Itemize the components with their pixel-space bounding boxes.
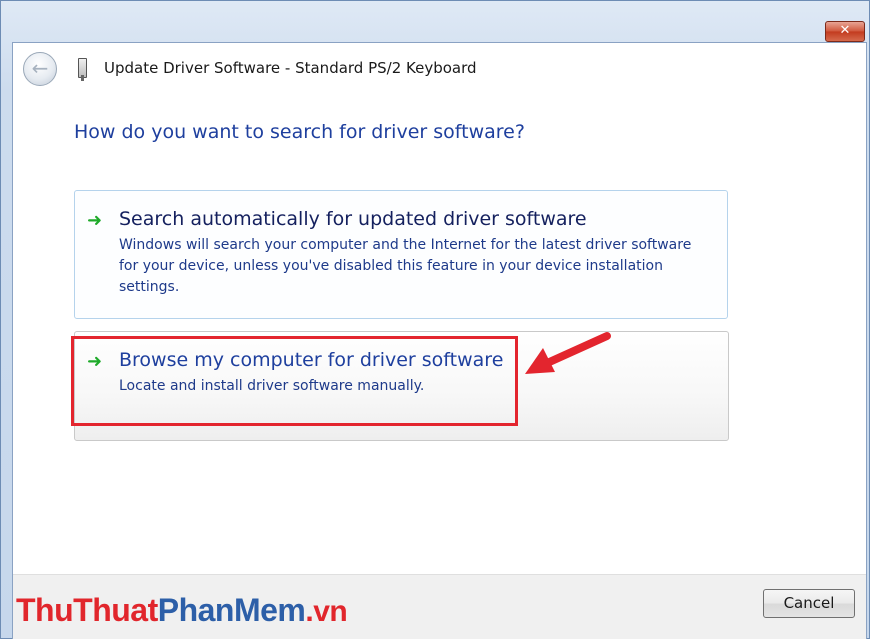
- option-description-line: Windows will search your computer and th…: [119, 237, 692, 253]
- page-heading: How do you want to search for driver sof…: [74, 121, 525, 143]
- option-description: Windows will search your computer and th…: [119, 235, 691, 298]
- option-description-line: for your device, unless you've disabled …: [119, 258, 663, 274]
- close-button[interactable]: ✕: [825, 21, 865, 42]
- watermark-part: PhanMem: [157, 592, 306, 628]
- back-arrow-icon: ←: [31, 56, 49, 80]
- option-description-line: settings.: [119, 279, 180, 295]
- watermark-logo: ThuThuatPhanMem.vn: [16, 592, 348, 629]
- close-icon: ✕: [839, 23, 851, 38]
- watermark-part: .vn: [305, 595, 348, 628]
- cancel-button[interactable]: Cancel: [763, 589, 855, 618]
- window-title: Update Driver Software - Standard PS/2 K…: [104, 59, 477, 77]
- keyboard-device-icon: [78, 58, 87, 81]
- annotation-arrow-icon: [525, 332, 611, 374]
- watermark-part: ThuThuat: [16, 592, 158, 628]
- back-button[interactable]: ←: [23, 52, 57, 86]
- option-title: Search automatically for updated driver …: [119, 208, 587, 230]
- annotation-highlight-box: [71, 336, 518, 426]
- search-automatically-option[interactable]: ➜ Search automatically for updated drive…: [74, 190, 728, 319]
- green-arrow-icon: ➜: [87, 210, 103, 231]
